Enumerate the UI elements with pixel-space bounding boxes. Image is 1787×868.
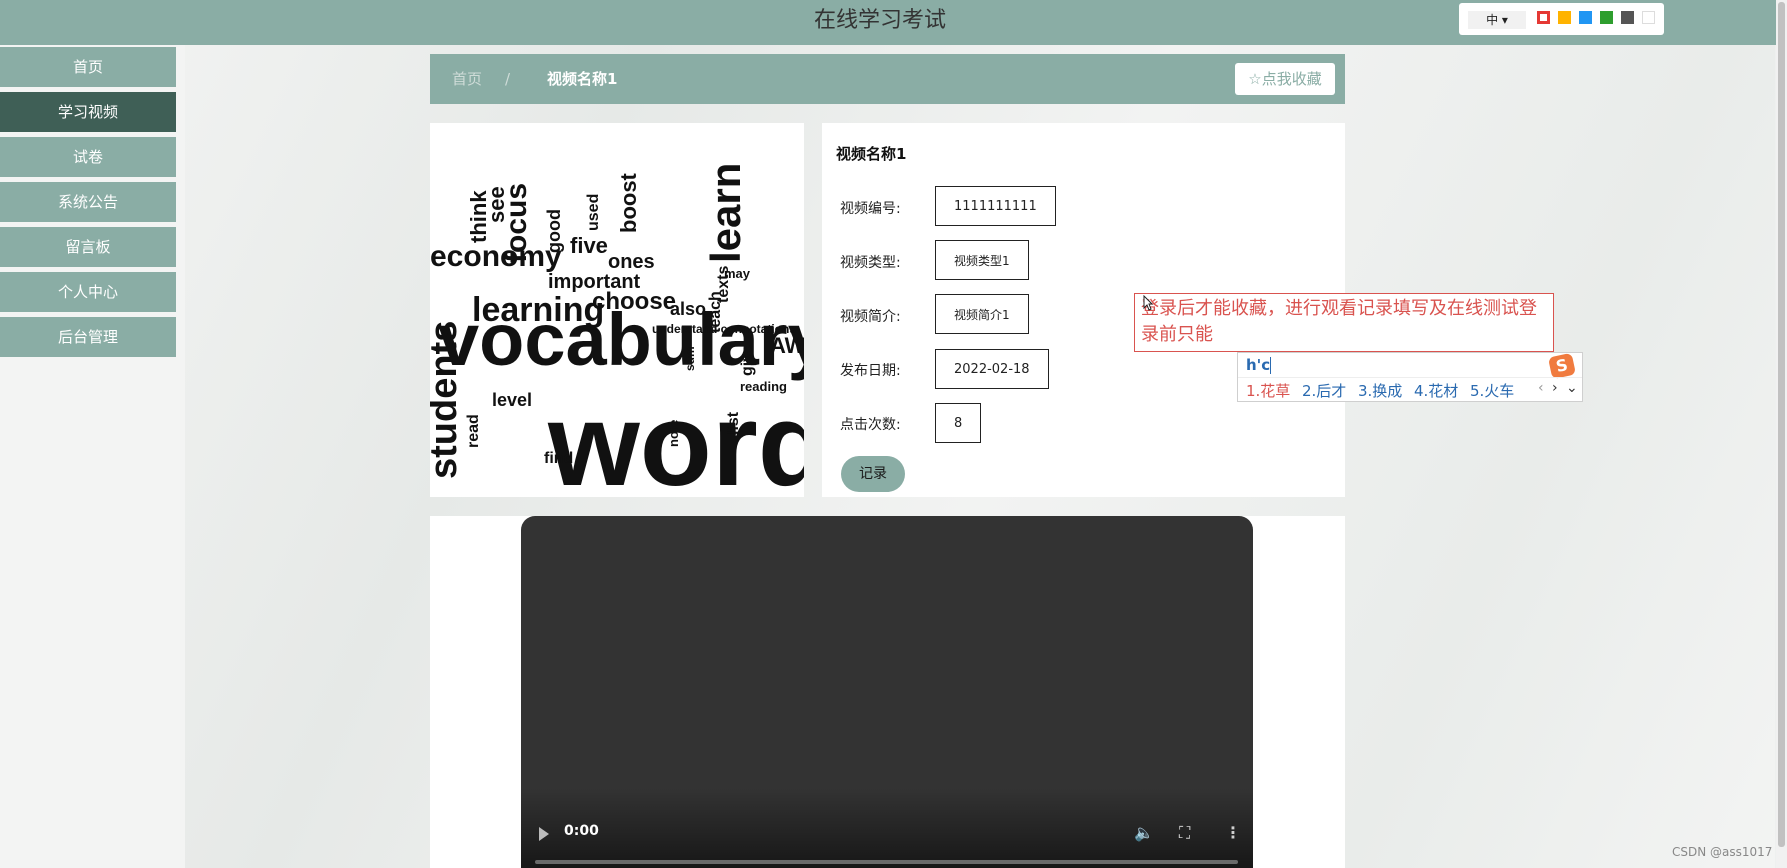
field-value-video-type: 视频类型1 [935, 240, 1029, 280]
play-icon[interactable] [539, 827, 549, 841]
word-cloud-word: read [465, 414, 482, 448]
ime-divider [1238, 377, 1582, 378]
sidebar-item-admin[interactable]: 后台管理 [0, 317, 176, 357]
theme-swatch-orange[interactable] [1558, 11, 1571, 24]
field-label-publish-date: 发布日期: [840, 363, 901, 379]
field-label-video-intro: 视频简介: [840, 309, 901, 325]
sidebar-item-personal-center[interactable]: 个人中心 [0, 272, 176, 312]
sidebar-item-exam-papers[interactable]: 试卷 [0, 137, 176, 177]
sidebar-item-announcements[interactable]: 系统公告 [0, 182, 176, 222]
word-cloud-word: AWL [770, 333, 804, 358]
word-cloud-word: five [570, 233, 608, 258]
ime-caret [1270, 357, 1271, 374]
breadcrumb-home-link[interactable]: 首页 [452, 54, 482, 104]
word-cloud-word: ones [608, 251, 655, 273]
field-value-publish-date: 2022-02-18 [935, 349, 1049, 389]
sidebar-item-home[interactable]: 首页 [0, 47, 176, 87]
word-cloud-word: note [666, 420, 681, 447]
word-cloud-word: sum [683, 346, 697, 371]
ime-candidate[interactable]: 1.花草 [1246, 380, 1290, 401]
field-label-video-id: 视频编号: [840, 201, 901, 217]
breadcrumb: 首页 / 视频名称1 ☆点我收藏 [430, 54, 1345, 104]
ime-candidate[interactable]: 3.换成 [1358, 380, 1402, 401]
video-title: 视频名称1 [836, 145, 907, 163]
theme-swatch-white[interactable] [1642, 11, 1655, 24]
word-cloud-word: may [724, 266, 751, 281]
word-cloud-word: understand connotations [652, 322, 796, 336]
field-value-click-count: 8 [935, 403, 982, 443]
theme-swatch-green[interactable] [1600, 11, 1613, 24]
video-section: 0:00 🔈 ⛶ ⋮ [430, 516, 1345, 868]
video-progress-bar[interactable] [535, 860, 1238, 864]
ime-candidate[interactable]: 5.火车 [1470, 380, 1514, 401]
theme-swatch-blue[interactable] [1579, 11, 1592, 24]
word-cloud-word: give [739, 344, 756, 376]
video-cover-image: vocabulary word learning economy focus studen… [430, 123, 804, 497]
mouse-cursor-icon [1143, 295, 1153, 311]
breadcrumb-separator: / [505, 70, 511, 88]
ime-prev-page-icon[interactable]: ‹ [1538, 380, 1544, 396]
favorite-button-label: 点我收藏 [1261, 70, 1322, 88]
sogou-logo-icon: S [1547, 352, 1577, 380]
ime-next-page-icon[interactable]: › [1552, 380, 1558, 396]
word-cloud-word: students [430, 321, 465, 479]
word-cloud-word: see [484, 186, 509, 223]
ime-candidate-popup: h'c S 1.花草 2.后才 3.换成 4.花材 5.火车 ‹ › ⌄ [1237, 352, 1583, 402]
theme-swatch-red[interactable] [1537, 11, 1550, 24]
ime-candidate[interactable]: 2.后才 [1302, 380, 1346, 401]
theme-toolbar: 中 ▾ [1459, 3, 1664, 35]
video-player[interactable]: 0:00 🔈 ⛶ ⋮ [521, 516, 1253, 868]
favorite-button[interactable]: ☆点我收藏 [1235, 63, 1335, 95]
ime-expand-icon[interactable]: ⌄ [1566, 380, 1578, 396]
word-cloud-word: important [548, 271, 641, 293]
breadcrumb-current: 视频名称1 [547, 70, 618, 88]
sidebar: 首页 学习视频 试卷 系统公告 留言板 个人中心 后台管理 [0, 45, 185, 868]
watermark: CSDN @ass1017 [1672, 845, 1773, 859]
word-cloud-word: learn [702, 163, 749, 263]
login-tooltip: 登录后才能收藏，进行观看记录填写及在线测试登录前只能 [1134, 293, 1554, 352]
word-cloud-word: good [544, 209, 564, 253]
volume-icon[interactable]: 🔈 [1134, 823, 1154, 842]
word-cloud-word: economy [430, 240, 562, 273]
sidebar-item-study-videos[interactable]: 学习视频 [0, 92, 176, 132]
field-label-video-type: 视频类型: [840, 255, 901, 271]
word-cloud-word: find [544, 450, 573, 467]
scrollbar-thumb[interactable] [1778, 2, 1785, 847]
sidebar-item-message-board[interactable]: 留言板 [0, 227, 176, 267]
star-outline-icon: ☆ [1248, 70, 1262, 88]
word-cloud-word: level [492, 390, 532, 410]
fullscreen-icon[interactable]: ⛶ [1179, 823, 1190, 843]
video-time: 0:00 [564, 823, 599, 839]
word-cloud-word: list [725, 411, 742, 435]
word-cloud-word: learning [472, 291, 604, 329]
record-button[interactable]: 记录 [841, 456, 905, 492]
field-label-click-count: 点击次数: [840, 417, 901, 433]
ime-composition-text: h'c [1246, 356, 1271, 374]
word-cloud-word: reading [740, 379, 787, 394]
ime-language-toggle[interactable]: 中 ▾ [1468, 11, 1526, 29]
word-cloud-word: used [585, 194, 602, 231]
page-scrollbar[interactable] [1776, 0, 1787, 868]
field-value-video-intro: 视频简介1 [935, 294, 1029, 334]
word-cloud-word: boost [616, 172, 641, 233]
word-cloud-word: also [670, 299, 706, 319]
more-options-icon[interactable]: ⋮ [1225, 823, 1241, 842]
theme-swatch-gray[interactable] [1621, 11, 1634, 24]
field-value-video-id: 1111111111 [935, 186, 1056, 226]
word-cloud-image: vocabularywordlearningeconomyfocusstuden… [430, 123, 804, 497]
ime-candidate[interactable]: 4.花材 [1414, 380, 1458, 401]
